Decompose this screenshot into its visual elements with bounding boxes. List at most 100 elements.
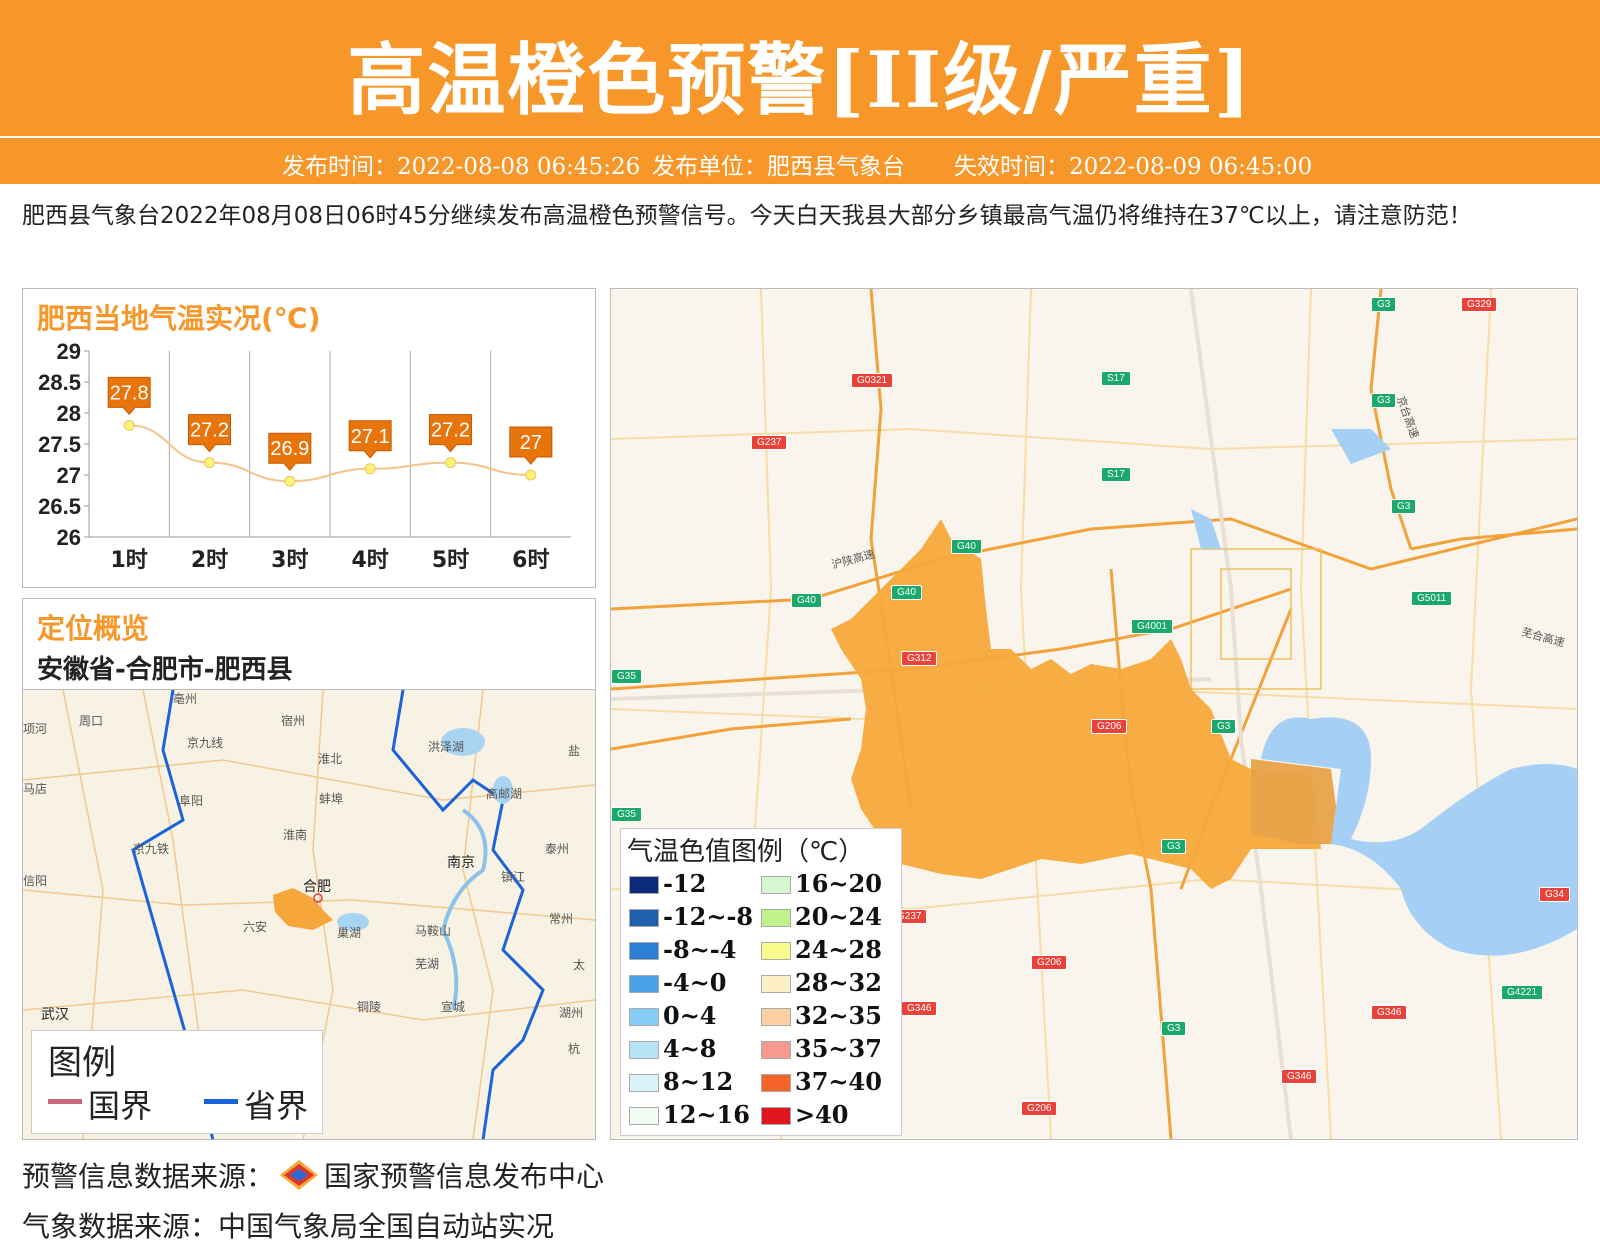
y-tick-label: 28 bbox=[57, 401, 81, 426]
legend-swatch bbox=[761, 942, 791, 960]
temperature-color-legend: 气温色值图例（℃） -12 -12~-8 -8~-4 -4~0 0~4 4~8 8~12 12… bbox=[620, 828, 902, 1136]
temperature-legend-title: 气温色值图例（℃） bbox=[627, 837, 865, 867]
legend-label: 0~4 bbox=[663, 1001, 717, 1030]
road-label: G4001 bbox=[1131, 619, 1174, 634]
location-path: 安徽省-合肥市-肥西县 bbox=[37, 655, 293, 685]
road-label: G346 bbox=[1281, 1069, 1318, 1084]
overview-place-label: 武汉 bbox=[41, 1007, 69, 1023]
legend-swatch bbox=[629, 1107, 659, 1125]
legend-swatch bbox=[629, 1008, 659, 1026]
road-label: G3 bbox=[1371, 297, 1397, 312]
overview-legend: 图例 国界 省界 bbox=[31, 1030, 323, 1134]
legend-swatch bbox=[761, 1041, 791, 1059]
temperature-panel: 肥西当地气温实况(℃) 29 28.5 28 27.5 27 26.5 26 1时 2时 3时 4时… bbox=[22, 288, 596, 588]
data-point bbox=[123, 419, 135, 431]
overview-place-label: 湖州 bbox=[559, 1006, 584, 1020]
expire-time: 失效时间：2022-08-09 06:45:00 bbox=[954, 154, 1313, 180]
legend-label: 4~8 bbox=[663, 1034, 717, 1063]
overview-place-label: 阜阳 bbox=[179, 794, 204, 808]
road-label: G206 bbox=[1091, 719, 1128, 734]
road-label: G4221 bbox=[1501, 985, 1544, 1000]
legend-label: -12 bbox=[663, 869, 707, 898]
province-border-label: 省界 bbox=[244, 1087, 309, 1125]
road-label: G206 bbox=[1031, 955, 1068, 970]
overview-place-label: 盐 bbox=[568, 744, 581, 758]
overview-place-label: 巢湖 bbox=[337, 926, 362, 940]
overview-place-label: 常州 bbox=[549, 912, 574, 926]
x-tick-label: 4时 bbox=[352, 548, 389, 573]
national-border-label: 国界 bbox=[88, 1087, 153, 1125]
overview-legend-title: 图例 bbox=[48, 1043, 116, 1083]
overview-map[interactable]: 亳州 宿州 周口 项河 淮北 洪泽湖 盐马店 阜阳 蚌埠 高邮湖 淮南 南京 泰州 信阳 合肥 镇江 六安 巢湖 马… bbox=[23, 689, 595, 1139]
overview-place-label: 信阳 bbox=[23, 874, 48, 888]
road-label: S17 bbox=[1101, 467, 1131, 482]
road-label: G35 bbox=[611, 669, 642, 684]
legend-swatch bbox=[761, 1008, 791, 1026]
warning-source: 预警信息数据来源： 国家预警信息发布中心 bbox=[22, 1155, 604, 1195]
legend-label: 24~28 bbox=[795, 935, 882, 964]
data-label: 27 bbox=[520, 432, 542, 454]
road-label: G40 bbox=[891, 585, 922, 600]
legend-label: 20~24 bbox=[795, 902, 882, 931]
overview-place-label: 淮北 bbox=[318, 752, 343, 766]
road-label: G40 bbox=[791, 593, 822, 608]
x-tick-label: 5时 bbox=[432, 548, 469, 573]
overview-place-label: 京九线 bbox=[187, 736, 224, 750]
province-border-swatch bbox=[204, 1099, 238, 1104]
y-tick-label: 26.5 bbox=[38, 494, 81, 519]
legend-swatch bbox=[629, 876, 659, 894]
warning-center-link[interactable]: 国家预警信息发布中心 bbox=[324, 1160, 604, 1193]
y-tick-label: 27 bbox=[57, 463, 81, 488]
road-label: G5011 bbox=[1411, 591, 1453, 606]
overview-place-label: 芜湖 bbox=[415, 957, 440, 971]
overview-place-label: 项河 bbox=[23, 722, 48, 736]
legend-label: 35~37 bbox=[795, 1034, 882, 1063]
overview-place-label: 马店 bbox=[23, 782, 48, 796]
road-label: G346 bbox=[901, 1001, 938, 1016]
overview-place-label: 周口 bbox=[79, 714, 104, 728]
y-tick-label: 29 bbox=[57, 339, 81, 364]
road-label: G3 bbox=[1161, 839, 1187, 854]
warning-description: 肥西县气象台2022年08月08日06时45分继续发布高温橙色预警信号。今天白天… bbox=[22, 203, 1472, 229]
road-label: G237 bbox=[751, 435, 788, 450]
legend-swatch bbox=[629, 1074, 659, 1092]
data-label: 27.2 bbox=[190, 420, 229, 442]
legend-swatch bbox=[761, 1074, 791, 1092]
legend-swatch bbox=[761, 1107, 791, 1125]
overview-place-label: 六安 bbox=[243, 920, 268, 934]
publisher: 发布单位：肥西县气象台 bbox=[652, 154, 905, 180]
warning-title: 高温橙色预警[II级/严重] bbox=[347, 35, 1253, 126]
x-tick-label: 2时 bbox=[191, 548, 228, 573]
overview-place-label: 泰州 bbox=[545, 842, 570, 856]
data-point bbox=[204, 457, 215, 469]
road-label: G3 bbox=[1211, 719, 1237, 734]
data-point bbox=[364, 463, 376, 475]
overview-place-label: 合肥 bbox=[303, 879, 331, 895]
info-bar: 发布时间：2022-08-08 06:45:26 发布单位：肥西县气象台 失效时… bbox=[0, 138, 1600, 184]
legend-label: 32~35 bbox=[795, 1001, 882, 1030]
overview-place-label: 杭 bbox=[568, 1042, 581, 1056]
legend-swatch bbox=[761, 975, 791, 993]
legend-label: -8~-4 bbox=[663, 935, 737, 964]
legend-label: 37~40 bbox=[795, 1067, 882, 1096]
overview-place-label: 京九铁 bbox=[133, 842, 170, 856]
road-label: G0321 bbox=[851, 373, 894, 388]
road-label: G312 bbox=[901, 651, 938, 666]
data-label: 27.8 bbox=[110, 382, 149, 404]
data-label: 26.9 bbox=[270, 438, 309, 460]
road-label: G3 bbox=[1161, 1021, 1187, 1036]
location-panel-title: 定位概览 bbox=[37, 612, 150, 645]
x-tick-label: 6时 bbox=[512, 548, 549, 573]
x-tick-label: 1时 bbox=[111, 548, 148, 573]
legend-label: -12~-8 bbox=[663, 902, 754, 931]
road-label: S17 bbox=[1101, 371, 1131, 386]
warning-source-label: 预警信息数据来源： bbox=[22, 1160, 275, 1193]
legend-swatch bbox=[629, 942, 659, 960]
y-tick-label: 27.5 bbox=[38, 432, 81, 457]
road-label: G3 bbox=[1391, 499, 1417, 514]
legend-swatch bbox=[761, 909, 791, 927]
header-banner: 高温橙色预警[II级/严重] bbox=[0, 0, 1600, 136]
road-label: G34 bbox=[1539, 887, 1570, 902]
legend-label: 28~32 bbox=[795, 968, 882, 997]
overview-place-label: 高邮湖 bbox=[486, 787, 523, 801]
